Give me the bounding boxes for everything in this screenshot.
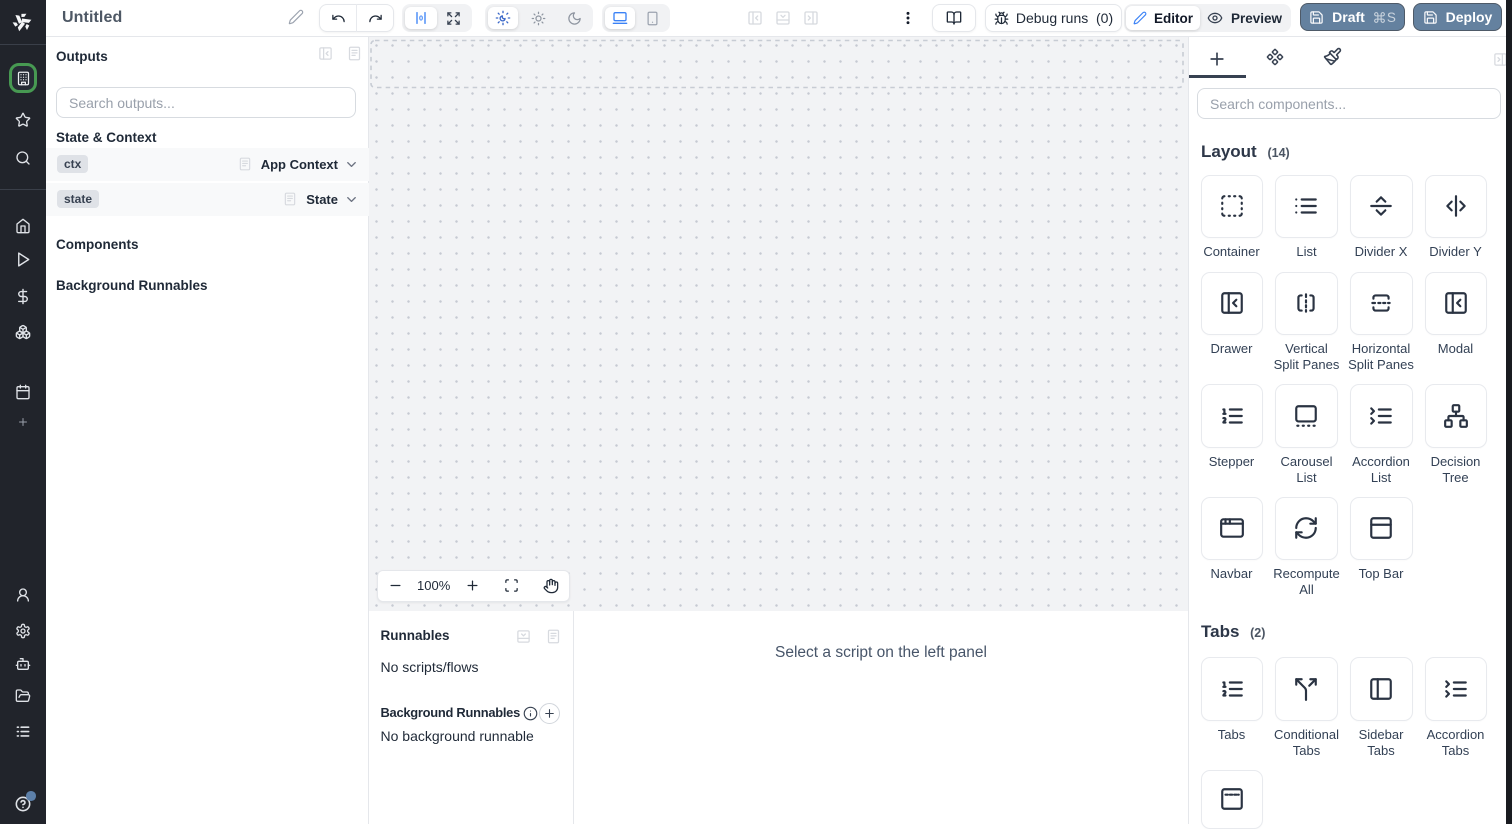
svg-text:0: 0 [419,14,423,23]
